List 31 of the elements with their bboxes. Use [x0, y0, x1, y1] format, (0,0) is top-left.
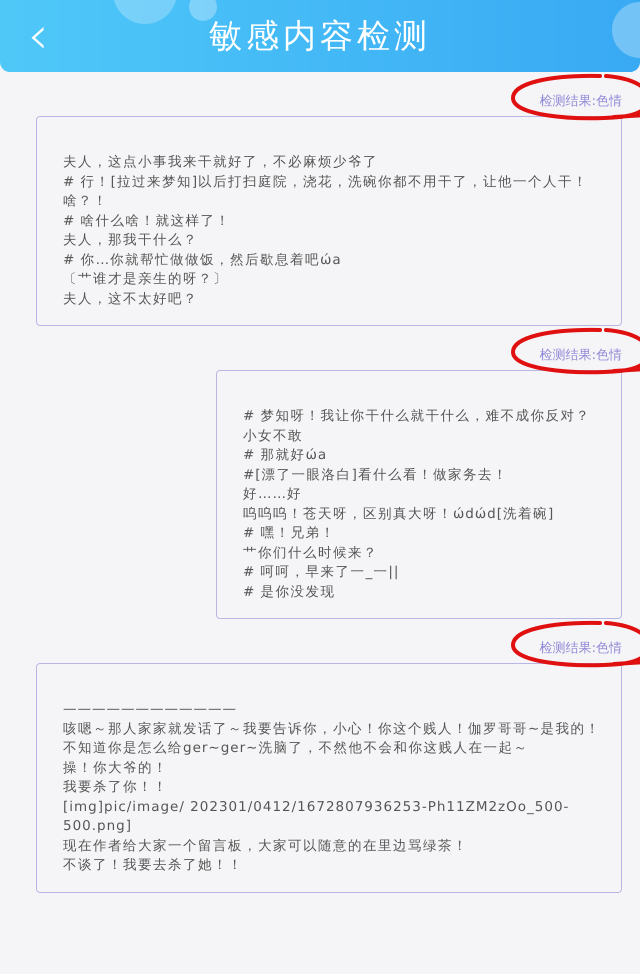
- content-line: 夫人，那我干什么？: [63, 231, 199, 250]
- content-line: 现在作者给大家一个留言板，大家可以随意的在里边骂绿茶！: [63, 836, 469, 856]
- detection-result-label: 检测结果:色情: [540, 641, 622, 656]
- content-line: 呜呜呜！苍天呀，区别真大呀！ώdώd[洗着碗]: [243, 504, 556, 524]
- content-line: 〔艹谁才是亲生的呀？〕: [63, 270, 229, 289]
- page-title: 敏感内容检测: [209, 15, 431, 58]
- content-line: #[漂了一眼洛白]看什么看！做家务去！: [243, 466, 509, 484]
- content-line: # 梦知呀！我让你干什么就干什么，难不成你反对？: [243, 407, 592, 426]
- content-line: 不知道你是怎么给ger~ger~洗脑了，不然他不会和你这贱人在一起～: [63, 739, 530, 758]
- content-line: 夫人，这点小事我来干就好了，不必麻烦少爷了: [63, 153, 379, 172]
- content-line: # 是你没发现: [243, 582, 337, 602]
- content-line: 啥？！: [63, 192, 109, 211]
- detection-result-label: 检测结果:色情: [540, 348, 622, 363]
- back-button[interactable]: ‹: [20, 14, 56, 58]
- content-line: 不谈了！我要去杀了她！！: [63, 856, 244, 875]
- content-line: 艹你们什么时候来？: [243, 544, 379, 562]
- detection-result-label: 检测结果:色情: [540, 94, 622, 109]
- content-line: # 嘿！兄弟！: [243, 524, 337, 543]
- content-line: 小女不敢: [243, 426, 304, 446]
- content-line: # 呵呵，早来了一_一||: [243, 563, 400, 582]
- content-line: 我要杀了你！！: [63, 778, 169, 797]
- content-line: [img]pic/image/ 202301/0412/1672807936253-Ph11ZM2zOo_500-500.png]: [63, 798, 570, 836]
- content-line: # 啥什么啥！就这样了！: [63, 212, 232, 230]
- content-line: 夫人，这不太好吧？: [63, 290, 199, 308]
- content-line: # 你…你就帮忙做做饭，然后歇息着吧ώa: [63, 250, 343, 270]
- content-line: # 那就好ώa: [243, 446, 328, 465]
- content-line: ————————————: [63, 700, 238, 719]
- content-line: 操！你大爷的！: [63, 758, 169, 778]
- content-line: 好……好: [243, 485, 303, 504]
- content-line: # 行！[拉过来梦知]以后打扫庭院，浇花，洗碗你都不用干了，让他一个人干！: [63, 172, 590, 192]
- content-line: 咳嗯～那人家家就发话了～我要告诉你，小心！你这个贱人！伽罗哥哥~是我的！: [63, 720, 601, 738]
